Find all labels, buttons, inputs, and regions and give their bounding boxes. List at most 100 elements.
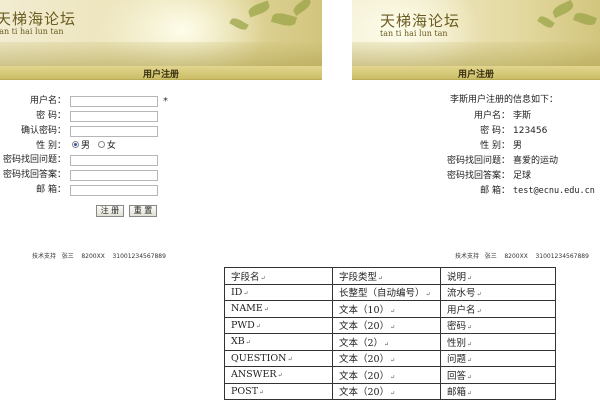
field-name-cell: QUESTION [231,352,287,364]
result-password-label: 密 码： [480,126,510,136]
footer-support-text: 技术支持 张三 8200XX 31001234567889 [32,253,166,260]
paragraph-mark: ↵ [467,340,473,348]
footer-support-text: 技术支持 张三 8200XX 31001234567889 [455,253,589,260]
field-name-cell: ID [231,286,243,298]
paragraph-mark: ↵ [243,289,249,297]
gender-male-radio[interactable] [72,141,79,148]
section-title: 用户注册 [142,70,179,80]
paragraph-mark: ↵ [255,322,261,330]
username-label: 用户名： [29,96,66,106]
result-password-value: 123456 [513,126,548,136]
gender-radio-group: 男 女 [72,139,121,153]
field-name-cell: XB [231,336,245,348]
field-type-cell: 长整型（自动编号） [339,288,425,300]
field-desc-cell: 性别 [447,337,467,349]
paragraph-mark: ↵ [467,373,473,381]
section-title: 用户注册 [457,70,494,80]
column-header: 字段类型 [339,271,378,283]
leaf-decoration [572,10,598,28]
register-result-panel: 天梯海论坛 tan ti hai lun tan 用户注册 李斯用户注册的信息如… [352,0,600,250]
reset-button[interactable]: 重 置 [129,205,157,217]
table-row: QUESTION↵ 文本（20）↵ 问题↵ [224,349,556,367]
paragraph-mark: ↵ [259,388,265,396]
paragraph-mark: ↵ [467,357,473,365]
paragraph-mark: ↵ [260,274,266,282]
field-name-cell: PWD [231,319,255,331]
username-input[interactable] [70,96,158,107]
site-banner: 天梯海论坛 tan ti hai lun tan [352,0,600,66]
table-row: XB↵ 文本（2）↵ 性别↵ [224,333,556,351]
gender-female-radio[interactable] [97,141,105,148]
paragraph-mark: ↵ [467,324,473,332]
table-row: POST↵ 文本（20）↵ 邮箱↵ [224,382,556,400]
confirm-password-label: 确认密码： [20,126,66,136]
site-subtitle: tan ti hai lun tan [0,27,64,36]
site-subtitle: tan ti hai lun tan [380,29,448,38]
table-row: PWD↵ 文本（20）↵ 密码↵ [224,316,556,334]
section-header-bar: 用户注册 [352,66,600,80]
result-question-value: 喜爱的运动 [513,156,559,166]
paragraph-mark: ↵ [378,274,384,282]
field-desc-cell: 用户名 [447,304,476,316]
email-label: 邮 箱： [36,185,66,195]
result-email-value: test@ecnu.edu.cn [513,186,595,196]
field-desc-cell: 问题 [447,354,467,366]
leaf-decoration [550,0,576,19]
paragraph-mark: ↵ [425,291,431,299]
result-answer-label: 密码找回答案： [446,171,510,181]
security-question-input[interactable] [70,155,158,166]
field-desc-cell: 流水号 [447,288,476,300]
paragraph-mark: ↵ [390,357,396,365]
field-name-cell: POST [231,385,259,397]
leaf-decoration [537,14,555,30]
register-submit-button[interactable]: 注 册 [96,205,124,217]
required-mark: * [163,96,168,107]
schema-table: 字段名↵ 字段类型↵ 说明↵ ID↵ 长整型（自动编号）↵ 流水号↵ NAME↵… [224,267,556,400]
paragraph-mark: ↵ [390,307,396,315]
result-username-value: 李斯 [513,111,532,121]
field-type-cell: 文本（20） [339,321,390,333]
field-type-cell: 文本（20） [339,370,390,382]
email-input[interactable] [70,185,158,196]
password-label: 密 码： [36,111,66,121]
result-answer-value: 足球 [513,171,532,181]
field-name-cell: ANSWER [231,369,277,381]
paragraph-mark: ↵ [245,339,251,347]
confirm-password-input[interactable] [70,126,158,137]
paragraph-mark: ↵ [263,306,269,314]
paragraph-mark: ↵ [390,390,396,398]
site-title: 天梯海论坛 [0,10,77,28]
register-form-panel: 天梯海论坛 tan ti hai lun tan 用户注册 用户名： * 密 码… [0,0,322,250]
section-header-bar: 用户注册 [0,66,322,80]
table-row: NAME↵ 文本（10）↵ 用户名↵ [224,300,556,318]
leaf-decoration [291,0,313,16]
result-username-label: 用户名： [473,111,510,121]
column-header: 说明 [447,271,467,283]
field-desc-cell: 邮箱 [447,387,467,399]
field-type-cell: 文本（20） [339,354,390,366]
password-input[interactable] [70,111,158,122]
leaf-decoration [270,11,298,28]
paragraph-mark: ↵ [384,340,390,348]
paragraph-mark: ↵ [287,355,293,363]
field-desc-cell: 密码 [447,321,467,333]
field-desc-cell: 回答 [447,370,467,382]
field-name-cell: NAME [231,303,263,315]
field-type-cell: 文本（2） [339,337,384,349]
gender-male-label[interactable]: 男 [81,139,90,153]
result-question-label: 密码找回问题： [446,156,510,166]
paragraph-mark: ↵ [390,324,396,332]
result-gender-label: 性 别： [480,141,510,151]
table-row: ID↵ 长整型（自动编号）↵ 流水号↵ [224,283,556,301]
banner-water [0,42,322,66]
paragraph-mark: ↵ [467,390,473,398]
security-answer-label: 密码找回答案： [2,170,66,180]
security-answer-input[interactable] [70,170,158,181]
result-heading: 李斯用户注册的信息如下： [450,95,559,105]
paragraph-mark: ↵ [467,274,473,282]
table-row: ANSWER↵ 文本（20）↵ 回答↵ [224,366,556,384]
site-banner: 天梯海论坛 tan ti hai lun tan [0,0,322,66]
banner-water [352,42,600,66]
site-title: 天梯海论坛 [380,12,461,30]
gender-female-label[interactable]: 女 [107,139,116,153]
